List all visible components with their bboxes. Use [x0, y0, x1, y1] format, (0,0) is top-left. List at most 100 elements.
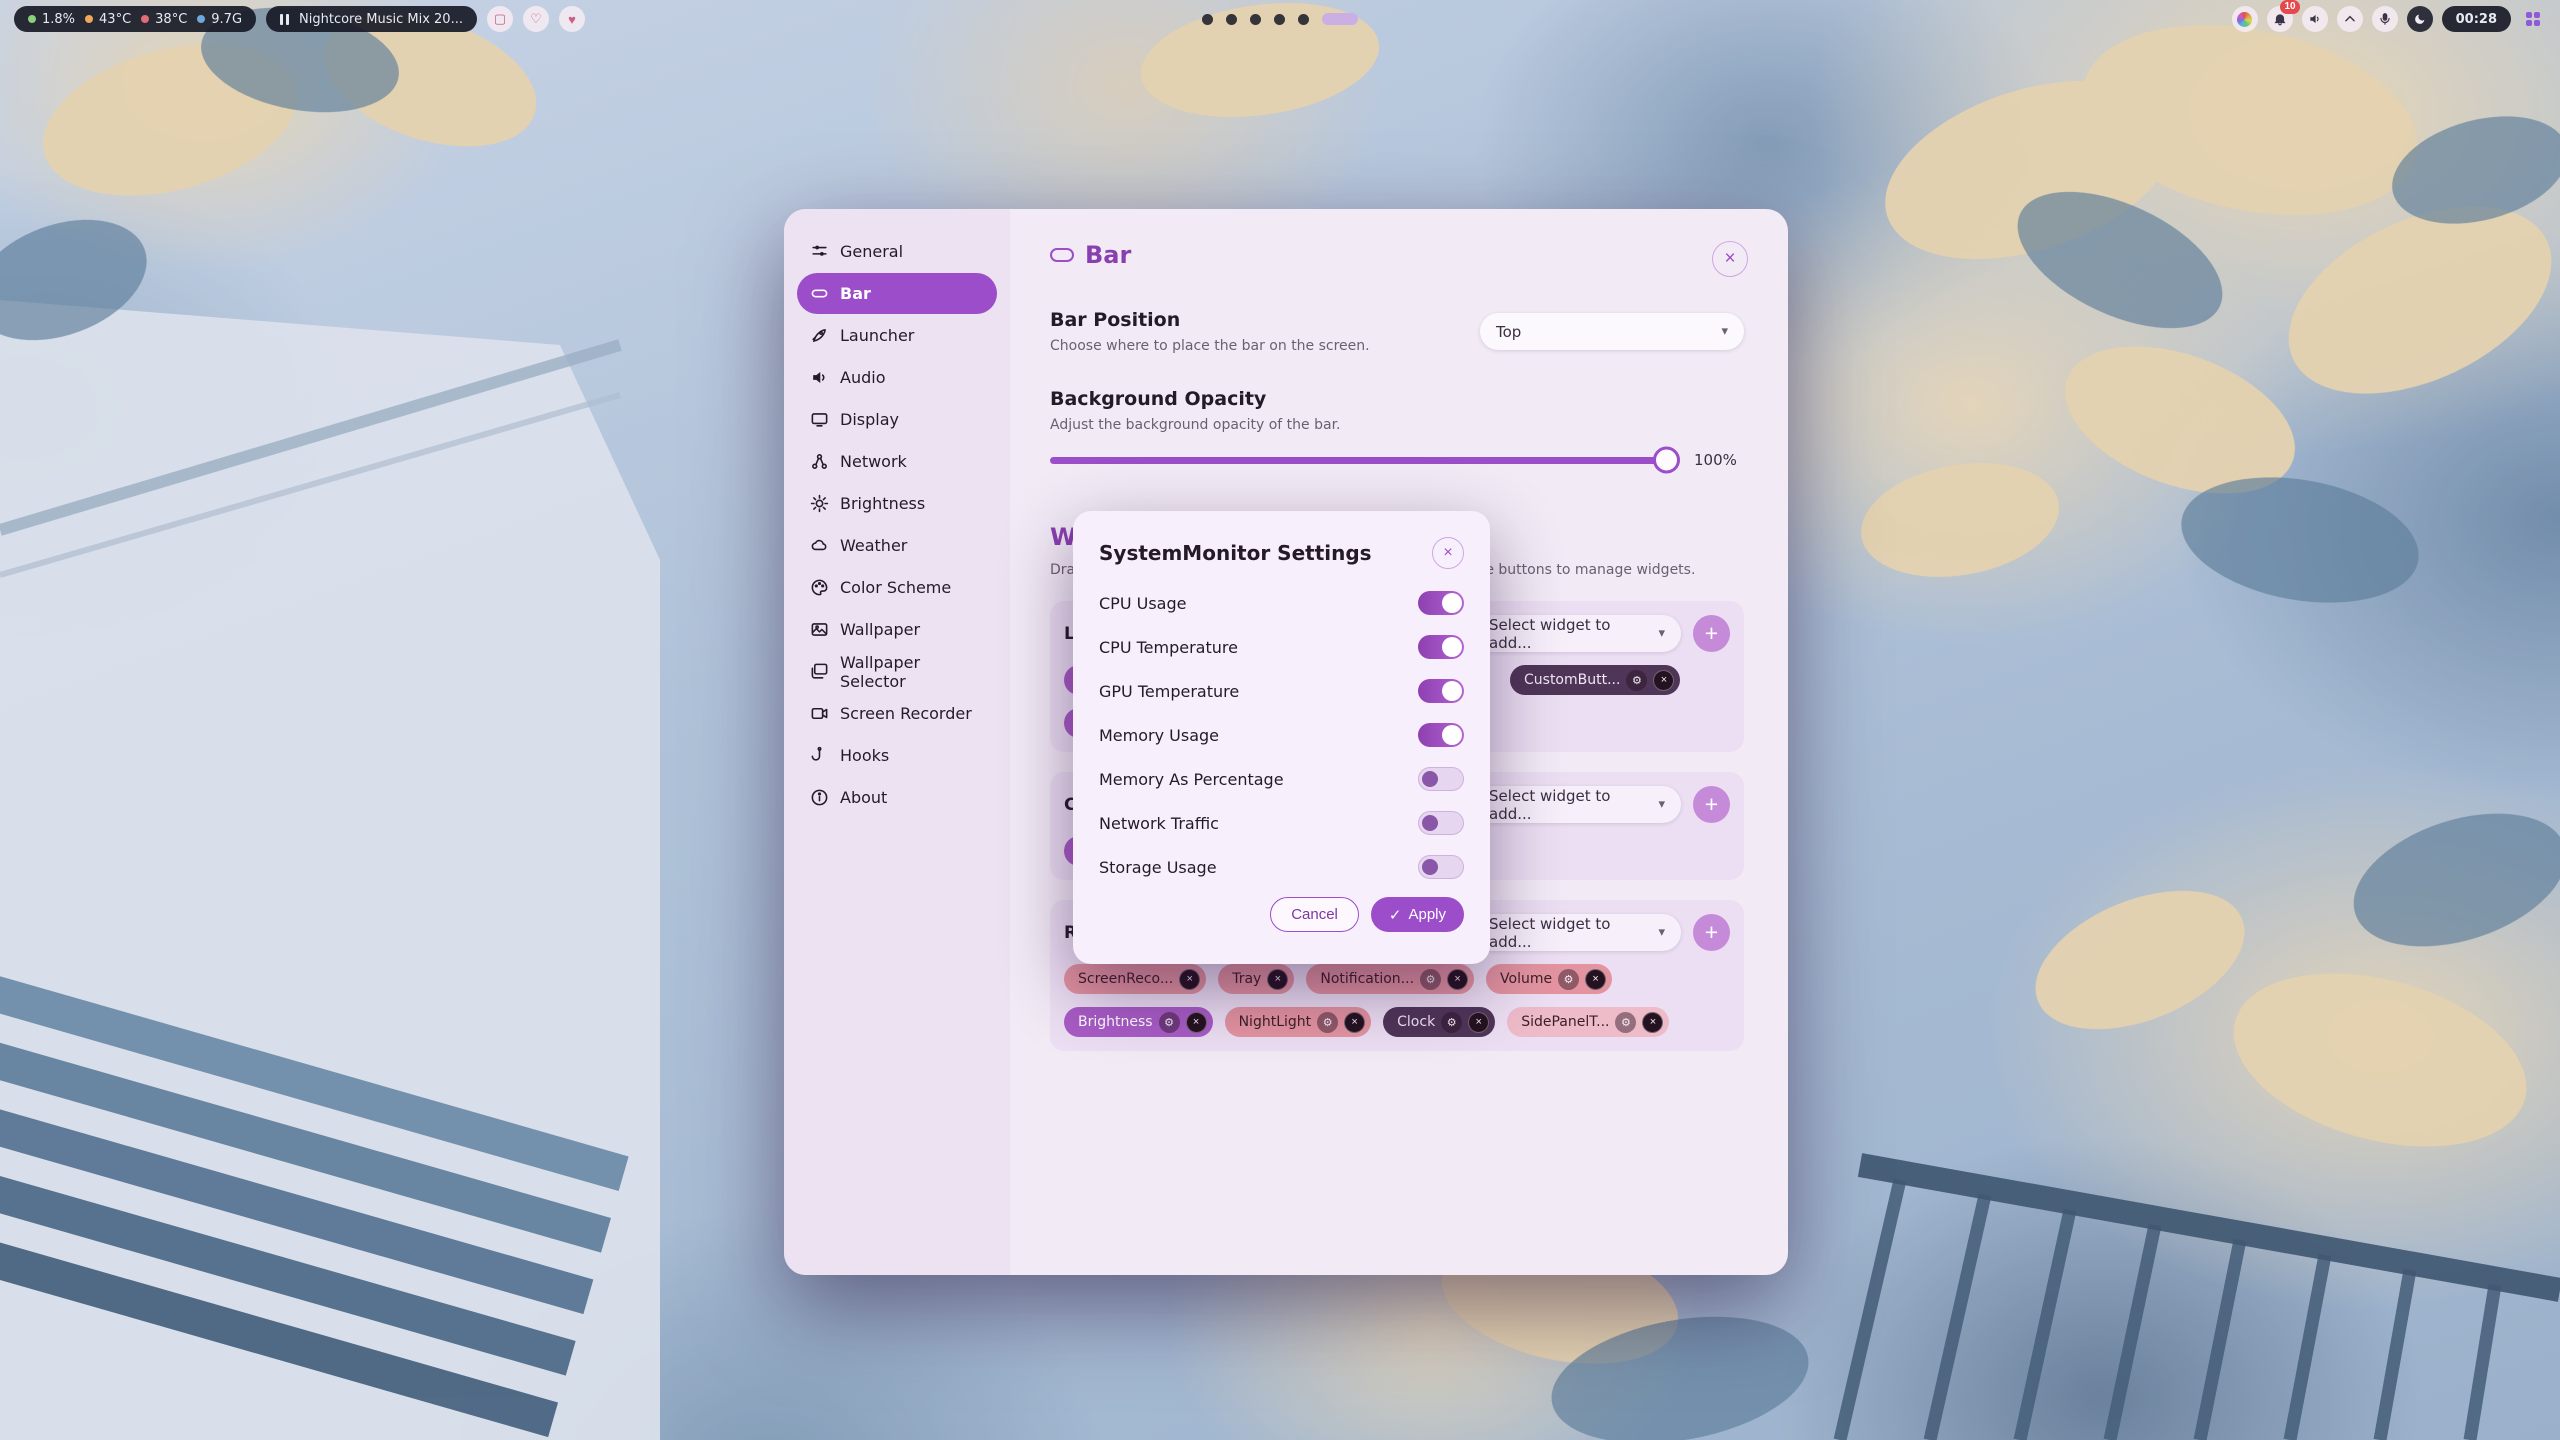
sliders-icon	[810, 242, 829, 261]
cpu-temperature-toggle[interactable]	[1418, 635, 1464, 659]
sidebar-item-audio[interactable]: Audio	[797, 357, 997, 398]
night-light-button[interactable]	[2407, 6, 2433, 32]
sidebar-item-about[interactable]: About	[797, 777, 997, 818]
volume-button[interactable]	[2302, 6, 2328, 32]
widget-settings-icon[interactable]: ⚙	[1615, 1012, 1636, 1033]
widget-chip[interactable]: Clock ⚙ ×	[1383, 1007, 1495, 1037]
sidebar-item-display[interactable]: Display	[797, 399, 997, 440]
cpu-temp-icon	[85, 15, 93, 23]
memory-as-percentage-toggle[interactable]	[1418, 767, 1464, 791]
memory-value: 9.7G	[211, 12, 242, 27]
toggle-knob	[1422, 859, 1438, 875]
workspace-dot[interactable]	[1202, 14, 1213, 25]
sidebar-item-wallpaper[interactable]: Wallpaper	[797, 609, 997, 650]
widget-chip[interactable]: CustomButt... ⚙ ×	[1510, 665, 1680, 695]
widget-settings-icon[interactable]: ⚙	[1317, 1012, 1338, 1033]
sidebar-item-label: Weather	[840, 536, 907, 555]
square-icon: ▢	[494, 11, 506, 27]
pause-icon	[280, 14, 289, 25]
widget-chip-label: Clock	[1397, 1014, 1435, 1030]
add-widget-button[interactable]: +	[1693, 786, 1730, 823]
opacity-slider[interactable]	[1050, 457, 1676, 464]
cpu-temp-value: 43°C	[99, 12, 131, 27]
color-picker-button[interactable]	[2232, 6, 2258, 32]
widget-remove-icon[interactable]: ×	[1585, 969, 1606, 990]
workspace-active-pill[interactable]	[1322, 13, 1358, 25]
widget-chip[interactable]: SidePanelT... ⚙ ×	[1507, 1007, 1669, 1037]
widget-settings-icon[interactable]: ⚙	[1420, 969, 1441, 990]
sidebar-item-wallpaper-selector[interactable]: Wallpaper Selector	[797, 651, 997, 692]
widget-remove-icon[interactable]: ×	[1179, 969, 1200, 990]
opacity-slider-knob[interactable]	[1653, 447, 1680, 474]
widget-chip[interactable]: Tray ×	[1218, 964, 1294, 994]
widget-remove-icon[interactable]: ×	[1653, 670, 1674, 691]
bar-position-dropdown[interactable]: Top ▾	[1480, 313, 1744, 350]
widget-chip[interactable]: Brightness ⚙ ×	[1064, 1007, 1213, 1037]
media-title: Nightcore Music Mix 20...	[299, 12, 463, 27]
add-widget-dropdown[interactable]: Select widget to add... ▾	[1473, 786, 1681, 823]
apply-button[interactable]: ✓Apply	[1371, 897, 1464, 932]
widget-settings-icon[interactable]: ⚙	[1626, 670, 1647, 691]
app-launcher-button[interactable]	[2520, 6, 2546, 32]
widget-remove-icon[interactable]: ×	[1344, 1012, 1365, 1033]
quick-button-2[interactable]: ♡	[523, 6, 549, 32]
system-monitor-pill[interactable]: 1.8% 43°C 38°C 9.7G	[14, 6, 256, 32]
widget-settings-icon[interactable]: ⚙	[1159, 1012, 1180, 1033]
widget-chip-label: NightLight	[1239, 1014, 1312, 1030]
cancel-button[interactable]: Cancel	[1270, 897, 1359, 932]
gpu-temperature-toggle[interactable]	[1418, 679, 1464, 703]
arrow-up-button[interactable]	[2337, 6, 2363, 32]
clock-pill[interactable]: 00:28	[2442, 6, 2511, 32]
toggle-row-memory-usage: Memory Usage	[1099, 713, 1464, 757]
widget-remove-icon[interactable]: ×	[1447, 969, 1468, 990]
widget-remove-icon[interactable]: ×	[1267, 969, 1288, 990]
storage-usage-toggle[interactable]	[1418, 855, 1464, 879]
quick-button-3[interactable]: ♥	[559, 6, 585, 32]
sidebar-item-weather[interactable]: Weather	[797, 525, 997, 566]
widget-remove-icon[interactable]: ×	[1186, 1012, 1207, 1033]
cpu-usage-toggle[interactable]	[1418, 591, 1464, 615]
workspace-dot[interactable]	[1298, 14, 1309, 25]
toggle-knob	[1442, 681, 1462, 701]
widget-chip[interactable]: NightLight ⚙ ×	[1225, 1007, 1372, 1037]
widget-remove-icon[interactable]: ×	[1468, 1012, 1489, 1033]
sidebar-item-color-scheme[interactable]: Color Scheme	[797, 567, 997, 608]
microphone-icon	[2378, 12, 2392, 26]
toggle-knob	[1442, 725, 1462, 745]
widget-settings-icon[interactable]: ⚙	[1558, 969, 1579, 990]
sidebar-item-bar[interactable]: Bar	[797, 273, 997, 314]
sidebar-item-hooks[interactable]: Hooks	[797, 735, 997, 776]
modal-close-button[interactable]: ×	[1432, 537, 1464, 569]
add-widget-button[interactable]: +	[1693, 615, 1730, 652]
widget-chip-label: Brightness	[1078, 1014, 1153, 1030]
workspace-dot[interactable]	[1250, 14, 1261, 25]
sidebar-item-screen-recorder[interactable]: Screen Recorder	[797, 693, 997, 734]
quick-button-1[interactable]: ▢	[487, 6, 513, 32]
toggle-row-memory-as-percentage: Memory As Percentage	[1099, 757, 1464, 801]
add-widget-dropdown[interactable]: Select widget to add... ▾	[1473, 914, 1681, 951]
notifications-button[interactable]: 10	[2267, 6, 2293, 32]
add-widget-dropdown[interactable]: Select widget to add... ▾	[1473, 615, 1681, 652]
sidebar-item-network[interactable]: Network	[797, 441, 997, 482]
microphone-button[interactable]	[2372, 6, 2398, 32]
widget-chip[interactable]: ScreenReco... ×	[1064, 964, 1206, 994]
memory-usage-toggle[interactable]	[1418, 723, 1464, 747]
widget-chip[interactable]: Volume ⚙ ×	[1486, 964, 1612, 994]
network-traffic-toggle[interactable]	[1418, 811, 1464, 835]
sidebar-item-launcher[interactable]: Launcher	[797, 315, 997, 356]
toggle-label: Memory As Percentage	[1099, 770, 1284, 789]
media-player-pill[interactable]: Nightcore Music Mix 20...	[266, 6, 477, 32]
window-close-button[interactable]: ×	[1712, 241, 1748, 277]
widget-remove-icon[interactable]: ×	[1642, 1012, 1663, 1033]
workspace-dot[interactable]	[1226, 14, 1237, 25]
clock-value: 00:28	[2456, 12, 2497, 27]
workspace-dot[interactable]	[1274, 14, 1285, 25]
sidebar-item-brightness[interactable]: Brightness	[797, 483, 997, 524]
sidebar-item-general[interactable]: General	[797, 231, 997, 272]
widget-settings-icon[interactable]: ⚙	[1441, 1012, 1462, 1033]
widget-chip-label: ScreenReco...	[1078, 971, 1173, 987]
widget-chip[interactable]: Notification... ⚙ ×	[1306, 964, 1474, 994]
sidebar-item-label: Bar	[840, 284, 871, 303]
toggle-row-cpu-usage: CPU Usage	[1099, 581, 1464, 625]
add-widget-button[interactable]: +	[1693, 914, 1730, 951]
